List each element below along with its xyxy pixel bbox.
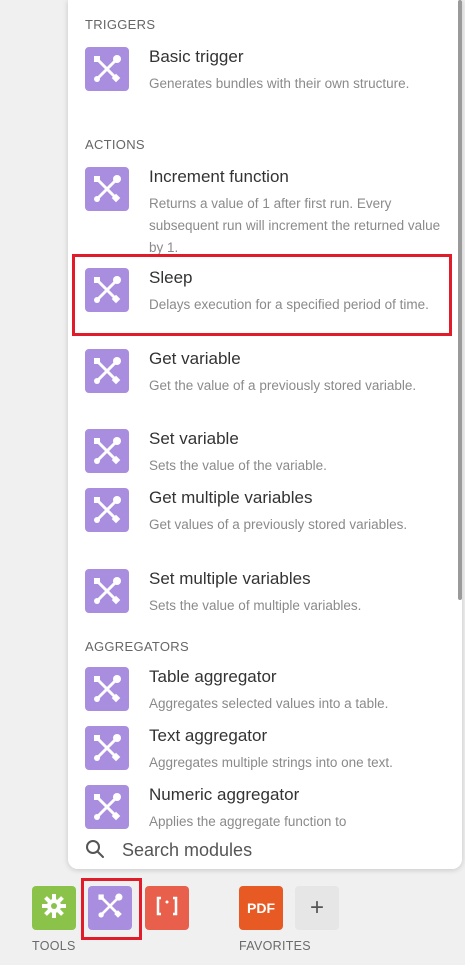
tools-icon (85, 167, 129, 211)
module-title: Increment function (149, 167, 289, 186)
tools-icon (85, 268, 129, 312)
module-description: Aggregates selected values into a table. (149, 696, 389, 711)
module-text-aggregator[interactable]: Text aggregator Aggregates multiple stri… (68, 726, 462, 776)
section-header-aggregators: AGGREGATORS (85, 639, 189, 654)
module-description: Get values of a previously stored variab… (149, 517, 408, 532)
module-title: Get multiple variables (149, 488, 313, 507)
tools-button[interactable] (88, 886, 132, 930)
scrollbar[interactable] (458, 0, 462, 600)
module-numeric-aggregator[interactable]: Numeric aggregator Applies the aggregate… (68, 785, 462, 829)
tools-icon (85, 429, 129, 473)
module-description: Sets the value of the variable. (149, 458, 327, 473)
json-brackets-icon (155, 896, 179, 921)
module-description: Applies the aggregate function to (149, 814, 347, 829)
module-basic-trigger[interactable]: Basic trigger Generates bundles with the… (68, 47, 462, 117)
module-description: Returns a value of 1 after first run. Ev… (149, 196, 441, 255)
module-get-variable[interactable]: Get variable Get the value of a previous… (68, 349, 462, 419)
pdf-favorite-button[interactable]: PDF (239, 886, 283, 930)
module-description: Delays execution for a specified period … (149, 297, 429, 312)
add-favorite-button[interactable]: + (295, 886, 339, 930)
json-tool-button[interactable] (145, 886, 189, 930)
module-description: Aggregates multiple strings into one tex… (149, 755, 393, 770)
search-input[interactable] (120, 835, 444, 865)
module-title: Text aggregator (149, 726, 268, 745)
tools-icon (85, 667, 129, 711)
module-set-multiple-variables[interactable]: Set multiple variables Sets the value of… (68, 569, 462, 619)
module-title: Table aggregator (149, 667, 277, 686)
module-title: Set variable (149, 429, 239, 448)
tools-icon (85, 569, 129, 613)
module-get-multiple-variables[interactable]: Get multiple variables Get values of a p… (68, 488, 462, 558)
module-title: Numeric aggregator (149, 785, 300, 804)
module-description: Get the value of a previously stored var… (149, 378, 417, 393)
module-table-aggregator[interactable]: Table aggregator Aggregates selected val… (68, 667, 462, 717)
module-description: Sets the value of multiple variables. (149, 598, 362, 613)
favorites-label: FAVORITES (239, 939, 311, 953)
tools-icon (85, 488, 129, 532)
settings-tool-button[interactable] (32, 886, 76, 930)
gear-icon (40, 892, 68, 925)
module-title: Sleep (149, 268, 193, 287)
module-title: Basic trigger (149, 47, 244, 66)
search-icon (85, 839, 105, 864)
module-description: Generates bundles with their own structu… (149, 76, 410, 91)
tools-icon (85, 785, 129, 829)
tools-label: TOOLS (32, 939, 76, 953)
pdf-label: PDF (247, 900, 275, 916)
search-bar (68, 829, 462, 869)
module-increment-function[interactable]: Increment function Returns a value of 1 … (68, 167, 462, 255)
section-header-actions: ACTIONS (85, 137, 145, 152)
tools-icon (85, 726, 129, 770)
section-header-triggers: TRIGGERS (85, 17, 156, 32)
module-sleep[interactable]: Sleep Delays execution for a specified p… (68, 268, 462, 338)
module-title: Get variable (149, 349, 241, 368)
plus-icon: + (309, 894, 324, 921)
module-title: Set multiple variables (149, 569, 311, 588)
tools-icon (94, 890, 126, 927)
module-set-variable[interactable]: Set variable Sets the value of the varia… (68, 429, 462, 479)
modules-list[interactable]: TRIGGERS Basic trigger Generates bundles… (68, 0, 462, 829)
tools-icon (85, 349, 129, 393)
modules-panel: TRIGGERS Basic trigger Generates bundles… (68, 0, 462, 869)
tools-icon (85, 47, 129, 91)
